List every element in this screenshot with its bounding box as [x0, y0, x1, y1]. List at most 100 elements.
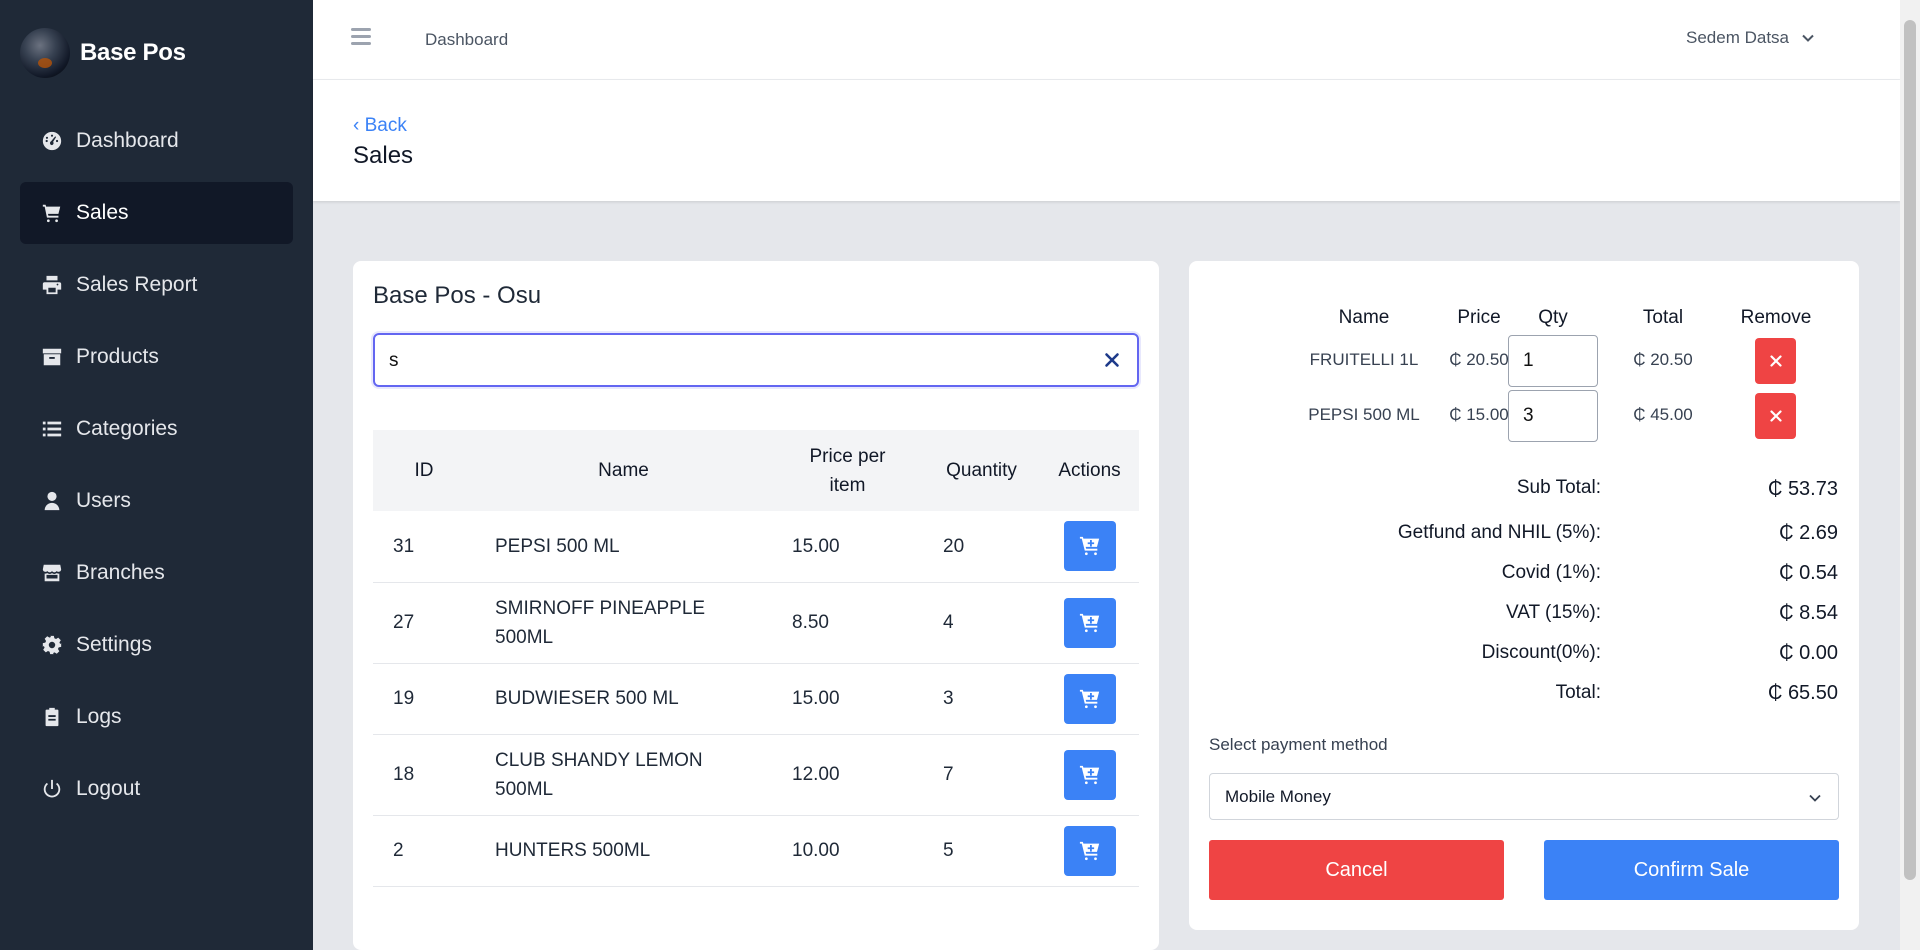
- chevron-down-icon: [1802, 34, 1814, 42]
- close-icon: [1769, 410, 1782, 422]
- remove-item-button[interactable]: [1755, 393, 1796, 439]
- clear-search-icon[interactable]: [1103, 351, 1121, 369]
- total-value: ₵ 65.50: [1767, 682, 1838, 704]
- cart-plus-icon: [1079, 689, 1099, 708]
- sidebar-item-users[interactable]: Users: [20, 470, 293, 532]
- cell-id: 31: [373, 511, 475, 583]
- branch-title: Base Pos - Osu: [373, 282, 542, 309]
- quantity-input[interactable]: [1508, 335, 1598, 387]
- quantity-input[interactable]: [1508, 390, 1598, 442]
- cell-name: HUNTERS 500ML: [475, 815, 772, 887]
- breadcrumb[interactable]: Dashboard: [425, 30, 508, 50]
- list-icon: [40, 417, 64, 441]
- cancel-button[interactable]: Cancel: [1209, 840, 1504, 900]
- sidebar-item-label: Logout: [76, 777, 141, 800]
- sidebar-item-label: Branches: [76, 561, 165, 584]
- sidebar-item-dashboard[interactable]: Dashboard: [20, 110, 293, 172]
- cart-item-total: ₵ 20.50: [1633, 350, 1693, 369]
- add-to-cart-button[interactable]: [1063, 673, 1116, 724]
- cart-row: FRUITELLI 1L ₵ 20.50 ₵ 20.50: [1189, 335, 1859, 387]
- cell-id: 19: [373, 663, 475, 735]
- cart-plus-icon: [1079, 537, 1099, 556]
- sidebar-item-logout[interactable]: Logout: [20, 758, 293, 820]
- add-to-cart-button[interactable]: [1063, 597, 1116, 648]
- page-scrollbar[interactable]: [1900, 0, 1920, 950]
- payment-method-label: Select payment method: [1209, 735, 1388, 754]
- product-search: [373, 333, 1139, 387]
- page-title: Sales: [353, 142, 414, 169]
- sidebar-item-settings[interactable]: Settings: [20, 614, 293, 676]
- cell-quantity: 4: [923, 582, 1040, 664]
- cart-icon: [40, 201, 64, 225]
- col-quantity: Quantity: [946, 460, 1017, 481]
- gear-icon: [40, 633, 64, 657]
- col-id: ID: [414, 460, 434, 481]
- col-actions: Actions: [1058, 460, 1121, 481]
- add-to-cart-button[interactable]: [1063, 521, 1116, 572]
- products-panel: Base Pos - Osu ID Name Price peritem Qua…: [353, 261, 1159, 950]
- covid-value: ₵ 0.54: [1779, 562, 1838, 584]
- printer-icon: [40, 273, 64, 297]
- search-input[interactable]: [389, 348, 1069, 374]
- store-icon: [40, 561, 64, 585]
- sidebar-item-sales-report[interactable]: Sales Report: [20, 254, 293, 316]
- cell-quantity: 5: [923, 815, 1040, 887]
- payment-method-select[interactable]: Mobile Money: [1209, 773, 1839, 820]
- cart-item-total: ₵ 45.00: [1633, 405, 1693, 424]
- sidebar: Base Pos Dashboard Sales Sales Report Pr…: [0, 0, 313, 950]
- subtotal-value: ₵ 53.73: [1767, 478, 1838, 500]
- discount-value: ₵ 0.00: [1779, 642, 1838, 664]
- menu-toggle-icon[interactable]: [351, 28, 371, 46]
- sidebar-item-label: Sales: [76, 201, 129, 224]
- brand-logo: [20, 28, 70, 78]
- sidebar-item-label: Sales Report: [76, 273, 198, 296]
- add-to-cart-button[interactable]: [1063, 749, 1116, 800]
- cart-col-qty: Qty: [1538, 307, 1568, 328]
- cart-col-remove: Remove: [1740, 307, 1812, 328]
- cell-id: 18: [373, 734, 475, 816]
- cart-plus-icon: [1079, 765, 1099, 784]
- scrollbar-thumb[interactable]: [1904, 20, 1916, 880]
- cell-quantity: 20: [923, 511, 1040, 583]
- back-link[interactable]: ‹ Back: [353, 115, 407, 137]
- sidebar-item-categories[interactable]: Categories: [20, 398, 293, 460]
- sidebar-item-logs[interactable]: Logs: [20, 686, 293, 748]
- sidebar-nav: Dashboard Sales Sales Report Products Ca…: [20, 110, 293, 830]
- vat-value: ₵ 8.54: [1779, 602, 1838, 624]
- col-name: Name: [598, 460, 649, 481]
- cart-plus-icon: [1079, 613, 1099, 632]
- brand[interactable]: Base Pos: [20, 28, 186, 78]
- table-row: 31 PEPSI 500 ML 15.00 20: [373, 511, 1139, 583]
- cell-id: 2: [373, 815, 475, 887]
- add-to-cart-button[interactable]: [1063, 825, 1116, 876]
- table-row: 27 SMIRNOFF PINEAPPLE 500ML 8.50 4: [373, 582, 1139, 664]
- cart-item-price: ₵ 20.50: [1449, 350, 1509, 369]
- user-menu[interactable]: Sedem Datsa: [1686, 28, 1815, 48]
- power-icon: [40, 777, 64, 801]
- cart-row: PEPSI 500 ML ₵ 15.00 ₵ 45.00: [1189, 390, 1859, 442]
- col-price: Price per item: [809, 445, 886, 496]
- cart-col-total: Total: [1642, 307, 1684, 328]
- cart-plus-icon: [1079, 841, 1099, 860]
- sidebar-item-label: Dashboard: [76, 129, 179, 152]
- cell-actions: [1040, 511, 1139, 583]
- payment-method-value: Mobile Money: [1225, 786, 1331, 806]
- cell-id: 27: [373, 582, 475, 664]
- page-header: ‹ Back Sales: [313, 80, 1900, 201]
- cart-item-name: FRUITELLI 1L: [1309, 350, 1419, 369]
- confirm-sale-button[interactable]: Confirm Sale: [1544, 840, 1839, 900]
- sidebar-item-sales[interactable]: Sales: [20, 182, 293, 244]
- cart-col-price: Price: [1457, 307, 1501, 328]
- covid-label: Covid (1%):: [1501, 562, 1601, 583]
- sidebar-item-products[interactable]: Products: [20, 326, 293, 388]
- cart-item-name: PEPSI 500 ML: [1308, 405, 1420, 424]
- sidebar-item-branches[interactable]: Branches: [20, 542, 293, 604]
- sidebar-item-label: Categories: [76, 417, 178, 440]
- cell-actions: [1040, 815, 1139, 887]
- cell-name: BUDWIESER 500 ML: [475, 663, 772, 735]
- cell-price: 15.00: [772, 663, 923, 735]
- remove-item-button[interactable]: [1755, 338, 1796, 384]
- getfund-value: ₵ 2.69: [1779, 522, 1838, 544]
- cell-quantity: 7: [923, 734, 1040, 816]
- cart-col-name: Name: [1338, 307, 1390, 328]
